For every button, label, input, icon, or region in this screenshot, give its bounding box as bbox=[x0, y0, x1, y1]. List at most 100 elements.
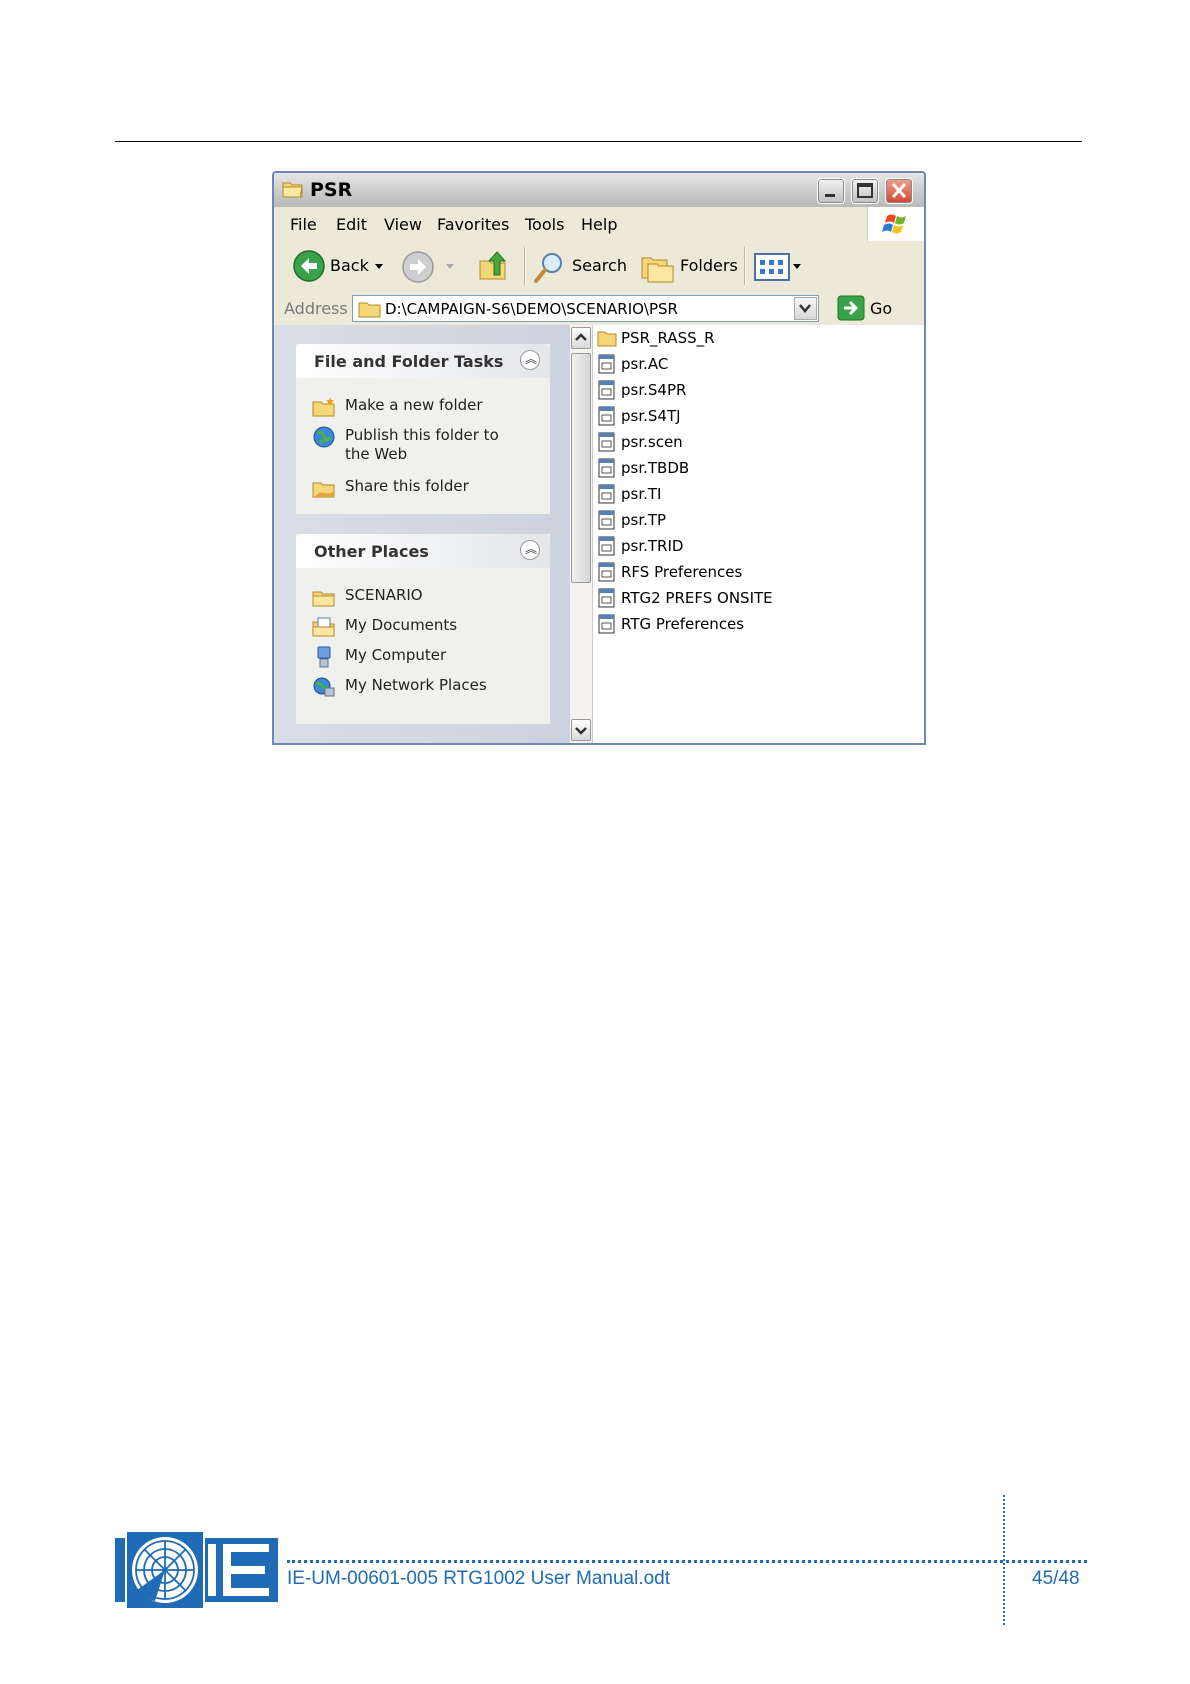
file-icon bbox=[598, 484, 615, 504]
folder-icon bbox=[597, 331, 617, 347]
file-name: psr.S4PR bbox=[621, 381, 687, 399]
collapse-button[interactable]: ︽ bbox=[520, 350, 540, 370]
share-folder-icon bbox=[312, 482, 335, 498]
views-icon[interactable] bbox=[754, 252, 804, 282]
chevrons-up-icon: ︽ bbox=[525, 542, 538, 556]
address-label: Address bbox=[284, 299, 348, 318]
place-label: My Network Places bbox=[345, 676, 487, 694]
file-name: psr.TBDB bbox=[621, 459, 690, 477]
panel-header[interactable]: File and Folder Tasks ︽ bbox=[296, 344, 550, 378]
menu-view[interactable]: View bbox=[384, 215, 422, 234]
explorer-window: PSR File Edit View Favorites Tools Help bbox=[272, 171, 926, 745]
file-icon bbox=[598, 536, 615, 556]
address-bar: Address D:\CAMPAIGN-S6\DEMO\SCENARIO\PSR… bbox=[274, 291, 924, 326]
file-name: RFS Preferences bbox=[621, 563, 743, 581]
toolbar-separator bbox=[524, 247, 526, 285]
toolbar-separator bbox=[744, 247, 746, 285]
place-label: My Computer bbox=[345, 646, 447, 664]
menu-edit[interactable]: Edit bbox=[336, 215, 367, 234]
file-icon bbox=[598, 588, 615, 608]
back-button-label[interactable]: Back bbox=[330, 256, 369, 275]
scroll-up-button[interactable] bbox=[571, 327, 591, 349]
maximize-icon bbox=[857, 183, 873, 198]
chevrons-up-icon: ︽ bbox=[525, 352, 538, 366]
file-name: RTG2 PREFS ONSITE bbox=[621, 589, 773, 607]
window-title: PSR bbox=[310, 179, 353, 201]
footer-page-number: 45/48 bbox=[1032, 1568, 1080, 1589]
menu-tools[interactable]: Tools bbox=[525, 215, 564, 234]
go-arrow-icon[interactable] bbox=[837, 295, 865, 321]
maximize-button[interactable] bbox=[851, 178, 879, 204]
file-icon bbox=[598, 432, 615, 452]
back-dropdown-icon[interactable] bbox=[374, 263, 384, 271]
menu-help[interactable]: Help bbox=[581, 215, 617, 234]
address-input[interactable]: D:\CAMPAIGN-S6\DEMO\SCENARIO\PSR bbox=[352, 295, 819, 322]
scroll-down-button[interactable] bbox=[571, 719, 591, 741]
folder-icon bbox=[282, 182, 303, 198]
close-button[interactable] bbox=[885, 178, 913, 204]
task-label: Publish this folder to bbox=[345, 426, 499, 444]
collapse-button[interactable]: ︽ bbox=[520, 540, 540, 560]
minimize-icon bbox=[825, 194, 835, 197]
vertical-scrollbar[interactable] bbox=[570, 325, 593, 743]
folders-button-label[interactable]: Folders bbox=[680, 256, 738, 275]
file-name: PSR_RASS_R bbox=[621, 329, 715, 347]
file-name: psr.TI bbox=[621, 485, 662, 503]
menu-favorites[interactable]: Favorites bbox=[437, 215, 509, 234]
my-documents-icon bbox=[312, 617, 335, 637]
footer-dotted-rule bbox=[287, 1560, 1087, 1563]
folder-icon bbox=[312, 591, 335, 607]
file-icon bbox=[598, 354, 615, 374]
chevron-down-icon bbox=[575, 727, 587, 735]
file-icon bbox=[598, 406, 615, 426]
close-icon bbox=[891, 182, 907, 199]
footer-dotted-divider bbox=[1003, 1495, 1005, 1625]
chevron-up-icon bbox=[575, 333, 587, 341]
file-icon bbox=[598, 614, 615, 634]
file-list: PSR_RASS_R psr.AC psr.S4PR psr.S4TJ psr.… bbox=[593, 325, 924, 743]
place-label: SCENARIO bbox=[345, 586, 423, 604]
my-computer-icon bbox=[317, 646, 331, 668]
panel-title: File and Folder Tasks bbox=[314, 352, 504, 371]
file-name: psr.AC bbox=[621, 355, 669, 373]
back-arrow-icon[interactable] bbox=[292, 249, 326, 283]
folders-icon[interactable] bbox=[640, 250, 676, 284]
file-icon bbox=[598, 562, 615, 582]
chevron-down-icon bbox=[799, 304, 811, 313]
folder-icon bbox=[358, 302, 381, 318]
windows-logo bbox=[867, 207, 924, 241]
address-dropdown-button[interactable] bbox=[794, 297, 817, 320]
company-logo bbox=[115, 1530, 278, 1610]
minimize-button[interactable] bbox=[817, 178, 845, 204]
menu-file[interactable]: File bbox=[290, 215, 317, 234]
other-places-panel: Other Places ︽ SCENARIO My Documents My … bbox=[296, 534, 550, 724]
panel-title: Other Places bbox=[314, 542, 429, 561]
file-name: psr.scen bbox=[621, 433, 683, 451]
task-label: Share this folder bbox=[345, 477, 469, 495]
up-folder-icon[interactable] bbox=[478, 249, 510, 283]
globe-icon bbox=[313, 426, 335, 448]
network-places-icon bbox=[313, 677, 335, 697]
search-icon[interactable] bbox=[532, 249, 568, 285]
file-name: psr.TRID bbox=[621, 537, 684, 555]
forward-arrow-icon[interactable] bbox=[401, 250, 435, 284]
file-name: RTG Preferences bbox=[621, 615, 745, 633]
place-label: My Documents bbox=[345, 616, 458, 634]
address-value: D:\CAMPAIGN-S6\DEMO\SCENARIO\PSR bbox=[385, 300, 678, 318]
file-folder-tasks-panel: File and Folder Tasks ︽ Make a new folde… bbox=[296, 344, 550, 514]
file-name: psr.TP bbox=[621, 511, 667, 529]
header-rule bbox=[115, 141, 1082, 142]
footer-document-name: IE-UM-00601-005 RTG1002 User Manual.odt bbox=[287, 1568, 671, 1589]
menu-bar: File Edit View Favorites Tools Help bbox=[274, 207, 924, 242]
panel-header[interactable]: Other Places ︽ bbox=[296, 534, 550, 568]
search-button-label[interactable]: Search bbox=[572, 256, 627, 275]
file-name: psr.S4TJ bbox=[621, 407, 681, 425]
new-folder-icon bbox=[312, 397, 335, 417]
standard-toolbar: Back Search Folders bbox=[274, 241, 924, 292]
forward-dropdown-icon[interactable] bbox=[445, 263, 455, 271]
windows-flag-icon bbox=[882, 214, 906, 234]
scroll-thumb[interactable] bbox=[571, 353, 591, 583]
file-icon bbox=[598, 458, 615, 478]
go-button-label[interactable]: Go bbox=[870, 299, 892, 318]
title-bar[interactable]: PSR bbox=[274, 173, 924, 208]
